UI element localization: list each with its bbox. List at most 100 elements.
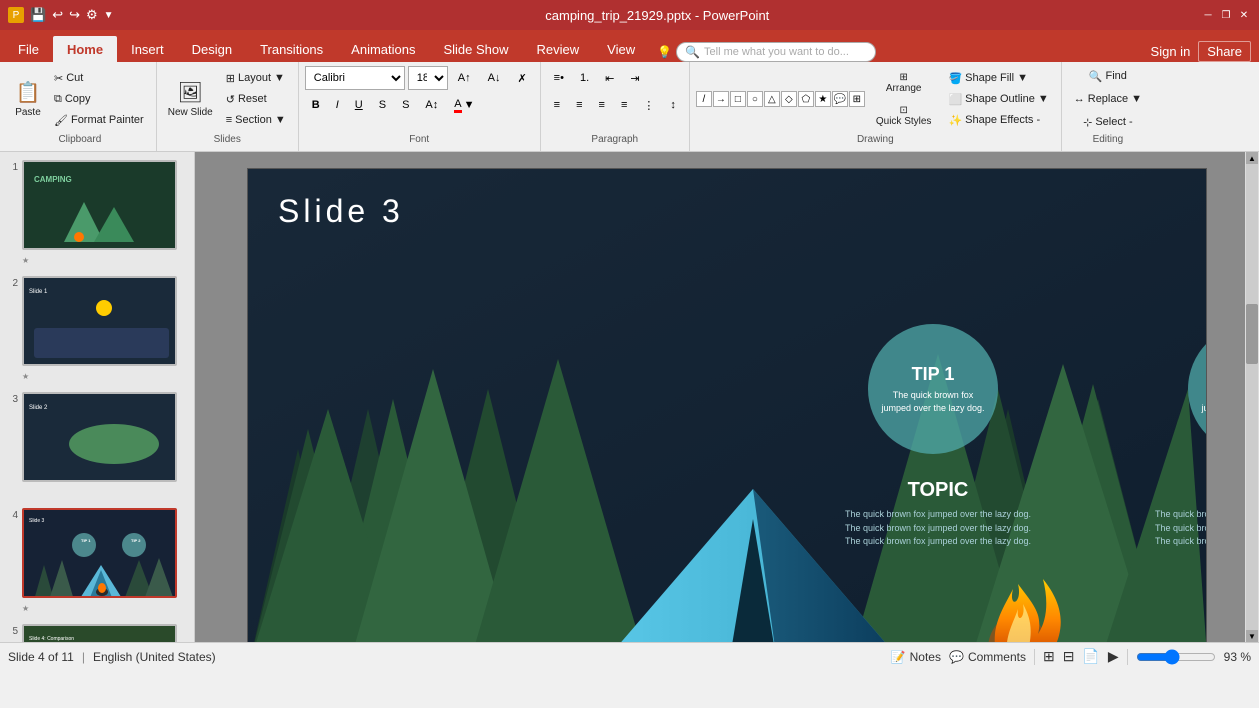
font-name-select[interactable]: Calibri — [305, 66, 405, 90]
increase-indent-button[interactable]: ⇥ — [623, 66, 646, 90]
redo-icon[interactable]: ↪ — [69, 7, 80, 23]
slide-item-1[interactable]: 1 CAMPING ★ — [4, 158, 190, 270]
decrease-font-button[interactable]: A↓ — [481, 66, 508, 90]
share-button[interactable]: Share — [1198, 41, 1251, 62]
close-button[interactable]: ✕ — [1237, 8, 1251, 22]
line-shape[interactable]: / — [696, 91, 712, 107]
select-button[interactable]: ⊹ Select - — [1077, 112, 1139, 132]
clear-format-button[interactable]: ✗ — [510, 66, 533, 90]
vertical-scrollbar[interactable]: ▲ ▼ — [1245, 152, 1259, 642]
status-bar: Slide 4 of 11 | English (United States) … — [0, 642, 1259, 670]
status-sep1 — [1034, 649, 1035, 665]
normal-view-button[interactable]: ⊞ — [1043, 648, 1055, 665]
align-center-button[interactable]: ≡ — [569, 93, 589, 117]
numbering-button[interactable]: 1. — [573, 66, 596, 90]
quick-styles-button[interactable]: ⊡ Quick Styles — [871, 100, 937, 132]
restore-button[interactable]: ❐ — [1219, 8, 1233, 22]
columns-button[interactable]: ⋮ — [636, 93, 661, 117]
save-icon[interactable]: 💾 — [30, 7, 46, 23]
minimize-button[interactable]: ─ — [1201, 8, 1215, 22]
copy-button[interactable]: ⧉ Copy — [48, 89, 150, 109]
more-shapes[interactable]: ⊞ — [849, 91, 865, 107]
zoom-slider[interactable] — [1136, 649, 1216, 665]
callout-shape[interactable]: 💬 — [832, 91, 848, 107]
arrow-shape[interactable]: → — [713, 91, 729, 107]
tab-slideshow[interactable]: Slide Show — [429, 36, 522, 62]
pentagon-shape[interactable]: ⬠ — [798, 91, 814, 107]
shape-outline-button[interactable]: ⬜ Shape Outline ▼ — [942, 89, 1054, 109]
font-color-dropdown[interactable]: ▼ — [464, 99, 475, 111]
find-button[interactable]: 🔍 Find — [1083, 66, 1133, 86]
status-right: 📝 Notes 💬 Comments ⊞ ⊟ 📄 ▶ 93 % — [891, 648, 1251, 665]
paragraph-content: ≡• 1. ⇤ ⇥ ≡ ≡ ≡ ≡ ⋮ ↕ — [547, 66, 683, 132]
title-bar: P 💾 ↩ ↪ ⚙ ▼ camping_trip_21929.pptx - Po… — [0, 0, 1259, 30]
diamond-shape[interactable]: ◇ — [781, 91, 797, 107]
tab-file[interactable]: File — [4, 36, 53, 62]
tip1-circle[interactable]: TIP 1 The quick brown fox jumped over th… — [868, 324, 998, 454]
scroll-thumb[interactable] — [1246, 304, 1258, 364]
shape-effects-button[interactable]: ✨ Shape Effects - — [942, 110, 1054, 130]
shape-fill-button[interactable]: 🪣 Shape Fill ▼ — [942, 68, 1054, 88]
italic-button[interactable]: I — [329, 93, 346, 117]
slide-canvas[interactable]: Slide 3 TIP 1 The quick brown fox jumped… — [247, 168, 1207, 642]
bullets-button[interactable]: ≡• — [547, 66, 571, 90]
scroll-down-button[interactable]: ▼ — [1246, 630, 1258, 642]
tab-animations[interactable]: Animations — [337, 36, 429, 62]
sign-in-button[interactable]: Sign in — [1151, 44, 1191, 59]
circle-shape[interactable]: ○ — [747, 91, 763, 107]
editing-content: 🔍 Find ↔ Replace ▼ ⊹ Select - — [1068, 66, 1148, 132]
tab-transitions[interactable]: Transitions — [246, 36, 337, 62]
font-size-select[interactable]: 18 — [408, 66, 448, 90]
underline-button[interactable]: U — [348, 93, 370, 117]
notes-label: Notes — [910, 650, 941, 664]
tab-insert[interactable]: Insert — [117, 36, 178, 62]
reset-button[interactable]: ↺ Reset — [220, 89, 292, 109]
star-shape[interactable]: ★ — [815, 91, 831, 107]
reading-view-button[interactable]: 📄 — [1082, 648, 1099, 665]
slide-sorter-button[interactable]: ⊟ — [1063, 648, 1075, 665]
arrange-button[interactable]: ⊞ Arrange — [871, 67, 937, 99]
scroll-up-button[interactable]: ▲ — [1246, 152, 1258, 164]
slide-item-4[interactable]: 4 Slide 3 — [4, 506, 190, 618]
section-button[interactable]: ≡ Section ▼ — [220, 110, 292, 130]
align-right-button[interactable]: ≡ — [592, 93, 612, 117]
triangle-shape[interactable]: △ — [764, 91, 780, 107]
rect-shape[interactable]: □ — [730, 91, 746, 107]
replace-icon: ↔ — [1074, 93, 1085, 105]
undo-icon[interactable]: ↩ — [52, 7, 63, 23]
font-color-button[interactable]: A ▼ — [447, 93, 481, 117]
bold-button[interactable]: B — [305, 93, 327, 117]
align-left-button[interactable]: ≡ — [547, 93, 567, 117]
replace-button[interactable]: ↔ Replace ▼ — [1068, 89, 1148, 109]
decrease-indent-button[interactable]: ⇤ — [598, 66, 621, 90]
slide-item-2[interactable]: 2 Slide 1 ★ — [4, 274, 190, 386]
justify-button[interactable]: ≡ — [614, 93, 634, 117]
replace-dropdown[interactable]: ▼ — [1131, 93, 1142, 105]
slide-item-5[interactable]: 5 Slide 4: Comparison ★ — [4, 622, 190, 642]
effects-icon: ✨ — [948, 114, 962, 127]
tab-home[interactable]: Home — [53, 36, 117, 62]
comments-button[interactable]: 💬 Comments — [949, 650, 1026, 664]
line-spacing-button[interactable]: ↕ — [663, 93, 683, 117]
paste-button[interactable]: 📋 Paste — [10, 71, 46, 127]
slide-item-3[interactable]: 3 Slide 2 ★ — [4, 390, 190, 502]
strikethrough-button[interactable]: S — [372, 93, 393, 117]
increase-font-button[interactable]: A↑ — [451, 66, 478, 90]
char-spacing-button[interactable]: A↕ — [418, 93, 445, 117]
slide-star-2: ★ — [22, 372, 29, 381]
topic2-section: TOPIC The quick brown fox jumped over th… — [1148, 479, 1207, 549]
customize-icon[interactable]: ⚙ — [86, 7, 98, 23]
notes-button[interactable]: 📝 Notes — [891, 650, 941, 664]
cut-button[interactable]: ✂ Cut — [48, 68, 150, 88]
tab-review[interactable]: Review — [523, 36, 594, 62]
shadow-button[interactable]: S — [395, 93, 416, 117]
layout-button[interactable]: ⊞ Layout ▼ — [220, 68, 292, 88]
tab-design[interactable]: Design — [178, 36, 246, 62]
new-slide-button[interactable]: 🖼 New Slide — [163, 71, 218, 127]
tell-me-input[interactable]: 🔍 Tell me what you want to do... — [676, 42, 876, 62]
dropdown-arrow-icon[interactable]: ▼ — [104, 10, 114, 21]
slides-small-buttons: ⊞ Layout ▼ ↺ Reset ≡ Section ▼ — [220, 68, 292, 130]
slide-show-button[interactable]: ▶ — [1108, 648, 1119, 665]
format-painter-button[interactable]: 🖌 Format Painter — [48, 110, 150, 130]
tab-view[interactable]: View — [593, 36, 649, 62]
